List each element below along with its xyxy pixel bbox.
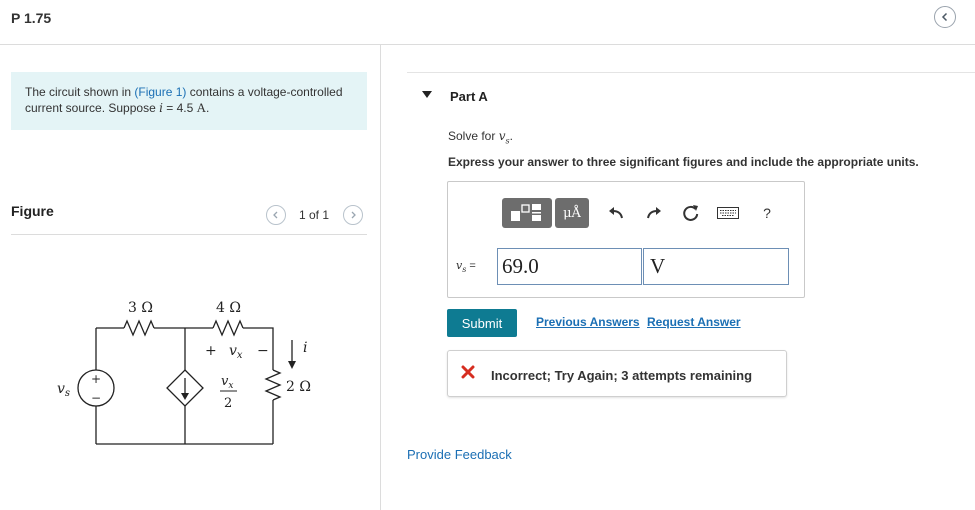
resistor-4-ohm	[212, 319, 244, 337]
resistor-2-ohm	[264, 369, 282, 401]
figure-heading: Figure	[11, 203, 54, 219]
src-plus: +	[91, 372, 101, 386]
vx-minus: −	[257, 343, 269, 359]
collapse-triangle-icon[interactable]	[422, 91, 432, 99]
feedback-text: Incorrect; Try Again; 3 attempts remaini…	[491, 368, 753, 383]
figure-pager: 1 of 1	[299, 208, 330, 222]
chevron-left-icon	[273, 211, 278, 219]
previous-nav-button[interactable]	[934, 6, 956, 28]
part-a-divider	[407, 72, 975, 73]
previous-answers-link[interactable]: Previous Answers	[536, 315, 640, 329]
solve-variable: vs	[498, 129, 510, 146]
page-title: P 1.75	[11, 10, 52, 26]
answer-instructions: Express your answer to three significant…	[448, 155, 919, 169]
dep-numerator: vx	[221, 374, 233, 391]
src-minus: −	[91, 391, 101, 405]
header-divider	[0, 44, 975, 45]
r2-label: 4 Ω	[216, 300, 241, 316]
problem-period: .	[206, 101, 210, 115]
vx-plus: +	[205, 343, 217, 359]
column-divider	[380, 45, 381, 510]
problem-statement: The circuit shown in (Figure 1) contains…	[11, 72, 367, 130]
resistor-3-ohm	[123, 319, 155, 337]
figure-prev-button[interactable]	[266, 205, 286, 225]
part-a-title[interactable]: Part A	[450, 89, 488, 104]
chevron-right-icon	[351, 211, 356, 219]
figure-next-button[interactable]	[343, 205, 363, 225]
answer-variable-label: vs =	[456, 259, 476, 275]
solve-suffix: .	[509, 129, 513, 143]
solve-prefix: Solve for	[448, 129, 499, 143]
units-button[interactable]: μÅ	[555, 198, 589, 228]
answer-units-input[interactable]: V	[643, 248, 789, 285]
templates-icon	[511, 204, 541, 221]
keyboard-icon[interactable]	[717, 206, 739, 220]
figure-link[interactable]: (Figure 1)	[134, 85, 186, 99]
circuit-diagram: 3 Ω 4 Ω 2 Ω + − + − 2 i vx vx vs	[57, 300, 311, 445]
r1-label: 3 Ω	[128, 300, 153, 316]
incorrect-x-icon	[461, 365, 475, 379]
reset-icon[interactable]	[682, 204, 700, 222]
current-value: = 4.5	[162, 101, 197, 115]
chevron-left-icon	[941, 12, 948, 22]
vx-label: vx	[229, 343, 243, 361]
current-unit: A	[196, 100, 207, 115]
source-label: vs	[57, 381, 70, 399]
templates-button[interactable]	[502, 198, 552, 228]
help-icon[interactable]: ?	[760, 204, 774, 222]
request-answer-link[interactable]: Request Answer	[647, 315, 741, 329]
redo-icon[interactable]	[646, 205, 662, 221]
undo-icon[interactable]	[608, 205, 624, 221]
answer-value-input[interactable]: 69.0	[497, 248, 642, 285]
dep-denominator: 2	[224, 396, 232, 411]
problem-text: The circuit shown in	[25, 85, 135, 99]
figure-divider	[11, 234, 367, 235]
solve-instruction: Solve for vs.	[448, 129, 513, 145]
submit-button[interactable]: Submit	[447, 309, 517, 337]
current-label: i	[303, 340, 307, 356]
provide-feedback-link[interactable]: Provide Feedback	[407, 447, 512, 462]
r3-label: 2 Ω	[286, 379, 311, 395]
